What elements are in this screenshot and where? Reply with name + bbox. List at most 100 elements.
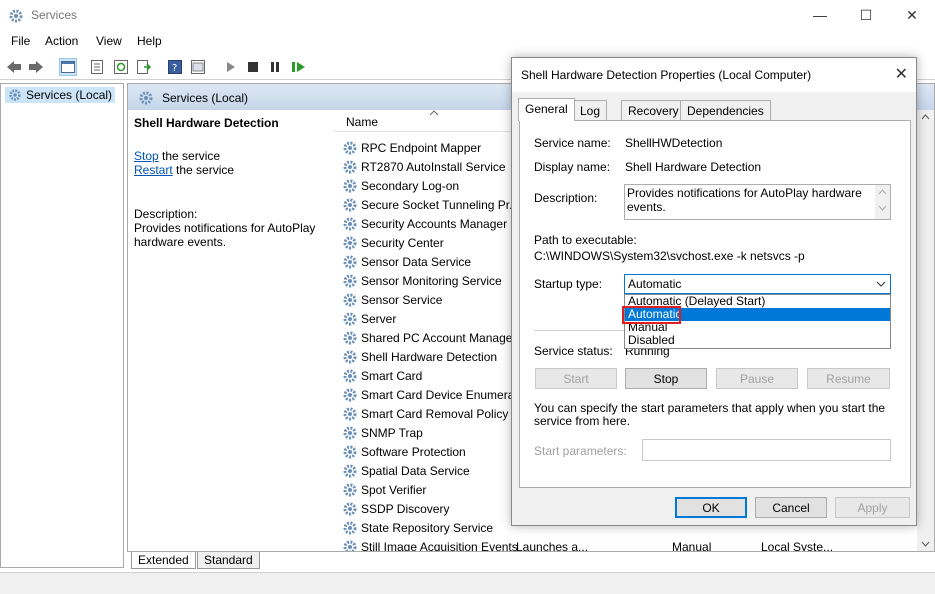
- services-gear-icon: [139, 91, 153, 105]
- service-name: Spot Verifier: [361, 482, 427, 497]
- window-titlebar: Services — ☐ ✕: [0, 0, 935, 32]
- service-gear-icon: [343, 369, 357, 382]
- start-params-help: You can specify the start parameters tha…: [534, 401, 886, 428]
- menu-help[interactable]: Help: [137, 34, 162, 48]
- vertical-scrollbar[interactable]: [917, 110, 934, 551]
- service-name: Shared PC Account Manager: [361, 330, 517, 345]
- service-gear-icon: [343, 407, 357, 420]
- dialog-close-icon[interactable]: ✕: [895, 64, 908, 84]
- export-list-icon[interactable]: [135, 58, 153, 76]
- tab-standard[interactable]: Standard: [197, 552, 260, 569]
- scroll-down-icon[interactable]: [878, 205, 887, 211]
- service-gear-icon: [343, 388, 357, 401]
- services-gear-icon: [9, 89, 21, 101]
- menu-action[interactable]: Action: [45, 34, 78, 48]
- start-service-icon[interactable]: [222, 58, 240, 76]
- general-tab-panel: Service name: ShellHWDetection Display n…: [519, 120, 911, 488]
- service-name: Security Accounts Manager: [361, 216, 508, 231]
- start-button[interactable]: Start: [535, 368, 617, 389]
- service-gear-icon: [343, 521, 357, 534]
- restart-service-link[interactable]: Restart: [134, 163, 173, 177]
- window-title: Services: [31, 8, 78, 22]
- description-label: Description:: [534, 191, 598, 205]
- service-name-value: ShellHWDetection: [625, 136, 723, 150]
- service-name: Sensor Service: [361, 292, 443, 307]
- service-name: State Repository Service: [361, 520, 494, 535]
- service-name: Shell Hardware Detection: [361, 349, 498, 364]
- service-gear-icon: [343, 331, 357, 344]
- scroll-up-icon[interactable]: [921, 114, 930, 120]
- status-bar: [0, 572, 935, 594]
- svg-text:?: ?: [172, 63, 177, 74]
- show-hide-tree-icon[interactable]: [59, 58, 77, 76]
- stop-service-link[interactable]: Stop: [134, 149, 159, 163]
- pause-service-icon[interactable]: [266, 58, 284, 76]
- service-name: Smart Card: [361, 368, 423, 383]
- refresh-icon[interactable]: [112, 58, 130, 76]
- service-gear-icon: [343, 255, 357, 268]
- menu-file[interactable]: File: [11, 34, 30, 48]
- tab-log-on[interactable]: Log On: [573, 100, 608, 132]
- tab-general[interactable]: General: [518, 98, 575, 121]
- menu-view[interactable]: View: [96, 34, 122, 48]
- service-name: Security Center: [361, 235, 444, 250]
- scroll-up-icon[interactable]: [878, 189, 887, 195]
- cancel-button[interactable]: Cancel: [755, 497, 827, 518]
- service-name: Still Image Acquisition Events: [361, 539, 518, 552]
- service-gear-icon: [343, 483, 357, 496]
- minimize-button[interactable]: —: [797, 0, 843, 30]
- properties-icon[interactable]: [88, 58, 106, 76]
- service-gear-icon: [343, 445, 357, 458]
- close-button[interactable]: ✕: [889, 0, 935, 30]
- menu-bar: File Action View Help: [0, 32, 935, 52]
- stop-button[interactable]: Stop: [625, 368, 707, 389]
- display-name-label: Display name:: [534, 160, 611, 174]
- chevron-down-icon: [876, 281, 886, 287]
- apply-button[interactable]: Apply: [835, 497, 910, 518]
- startup-type-select[interactable]: Automatic: [624, 274, 891, 294]
- service-gear-icon: [343, 464, 357, 477]
- restart-service-icon[interactable]: [290, 58, 308, 76]
- stop-link-suffix: the service: [158, 149, 221, 163]
- scroll-down-icon[interactable]: [921, 541, 930, 547]
- service-gear-icon: [343, 198, 357, 211]
- description-box[interactable]: Provides notifications for AutoPlay hard…: [624, 184, 891, 220]
- last-row-desc: Launches a...: [516, 539, 589, 552]
- console-view-icon[interactable]: [189, 58, 207, 76]
- display-name-value: Shell Hardware Detection: [625, 160, 762, 174]
- forward-arrow-icon[interactable]: [27, 58, 45, 76]
- service-status-label: Service status:: [534, 344, 613, 358]
- properties-dialog: Shell Hardware Detection Properties (Loc…: [511, 57, 917, 526]
- pane-title: Services (Local): [162, 91, 249, 105]
- pause-button[interactable]: Pause: [716, 368, 798, 389]
- tab-recovery[interactable]: Recovery: [621, 100, 686, 120]
- service-name: SNMP Trap: [361, 425, 423, 440]
- column-header-name[interactable]: Name: [333, 110, 513, 132]
- highlight-annotation-box: [622, 306, 681, 324]
- last-row-startup: Manual: [672, 539, 712, 552]
- service-gear-icon: [343, 540, 357, 551]
- service-name: Software Protection: [361, 444, 466, 459]
- start-params-input[interactable]: [642, 439, 891, 461]
- description-scrollbar[interactable]: [875, 185, 890, 219]
- back-arrow-icon[interactable]: [5, 58, 23, 76]
- service-gear-icon: [343, 312, 357, 325]
- maximize-button[interactable]: ☐: [843, 0, 889, 30]
- selected-service-name: Shell Hardware Detection: [134, 116, 279, 130]
- service-name: Secondary Log-on: [361, 178, 460, 193]
- tree-item-services-local[interactable]: Services (Local): [5, 87, 116, 103]
- service-row[interactable]: Still Image Acquisition Events Launches a…: [342, 537, 934, 552]
- tab-dependencies[interactable]: Dependencies: [680, 100, 771, 120]
- service-name: SSDP Discovery: [361, 501, 450, 516]
- help-icon[interactable]: ?: [166, 58, 184, 76]
- tree-item-label: Services (Local): [26, 88, 113, 102]
- path-label: Path to executable:: [534, 233, 637, 247]
- tab-extended[interactable]: Extended: [131, 552, 196, 569]
- option-disabled[interactable]: Disabled: [625, 334, 890, 347]
- stop-service-icon[interactable]: [244, 58, 262, 76]
- console-tree: Services (Local): [0, 83, 124, 568]
- service-gear-icon: [343, 141, 357, 154]
- ok-button[interactable]: OK: [675, 497, 747, 518]
- service-name: Smart Card Device Enumera...: [361, 387, 521, 402]
- resume-button[interactable]: Resume: [807, 368, 890, 389]
